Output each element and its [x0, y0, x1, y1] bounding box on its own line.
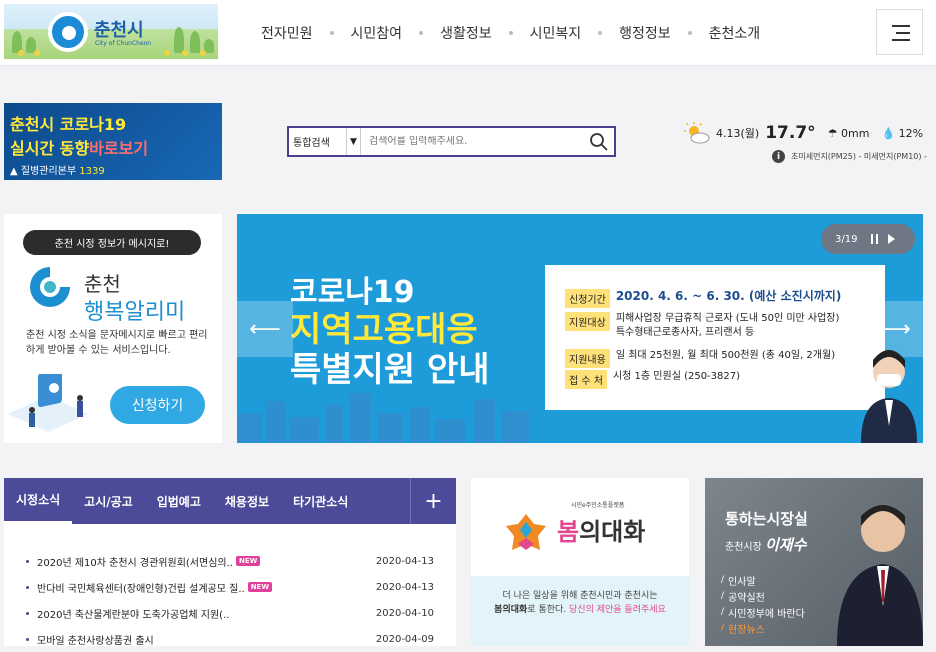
play-icon[interactable] — [888, 234, 896, 244]
new-badge: NEW — [247, 582, 273, 592]
weather-date: 4.13(월) — [716, 127, 760, 140]
spring-logo-icon — [506, 514, 546, 550]
tab-legislation[interactable]: 입법예고 — [145, 478, 213, 524]
spring-tagline: 시민e주민소통플랫폼 — [571, 502, 625, 509]
banner-info-box: 신청기간 2020. 4. 6. ~ 6. 30. (예산 소진시까지) 지원대상… — [545, 265, 885, 410]
happy-alarm-card: 춘천 시정 정보가 메시지로! 춘천 행복알리미 춘천 시정 소식을 문자메시지… — [4, 214, 222, 443]
logo-name: 춘천시 — [94, 20, 144, 41]
tab-announcement[interactable]: 고시/공고 — [72, 478, 145, 524]
notice-tabs: 시정소식 고시/공고 입법예고 채용정보 타기관소식 + — [4, 478, 456, 524]
nav-item-participation[interactable]: 시민참여 — [340, 23, 414, 43]
alarm-title-service: 행복알리미 — [84, 300, 186, 325]
alarm-description: 춘천 시정 소식을 문자메시지로 빠르고 편리하게 받아볼 수 있는 서비스입니… — [26, 330, 208, 356]
droplet-icon: 💧 — [881, 126, 896, 140]
mayor-link-field-news[interactable]: 현장뉴스 — [721, 620, 805, 636]
weather-rain: ☂ 0mm — [827, 126, 870, 140]
search-bar: 통합검색 ▼ — [287, 126, 616, 157]
weather-humidity: 💧 12% — [881, 126, 924, 140]
global-nav: 전자민원 시민참여 생활정보 시민복지 행정정보 춘천소개 — [250, 0, 771, 66]
mayor-name: 춘천시장 이재수 — [725, 536, 807, 554]
info-row-content: 지원내용 일 최대 25천원, 월 최대 500천원 (총 40일, 2개월) — [565, 349, 835, 368]
hamburger-menu-icon[interactable] — [876, 9, 923, 55]
info-row-period: 신청기간 2020. 4. 6. ~ 6. 30. (예산 소진시까지) — [565, 289, 841, 308]
search-scope-select[interactable]: 통합검색 ▼ — [289, 128, 361, 155]
mayor-link-pledges[interactable]: 공약실천 — [721, 588, 805, 604]
alarm-title-city: 춘천 — [84, 272, 121, 296]
info-row-target: 지원대상 피해사업장 무급휴직 근로자 (도내 50인 미만 사업장) 특수형태근로… — [565, 312, 839, 340]
mayor-office-title: 통하는시장실 — [725, 510, 808, 528]
nav-item-e-civil[interactable]: 전자민원 — [250, 23, 324, 43]
chuncheon-mark-icon — [48, 12, 88, 52]
main-slide-banner[interactable]: 코로나19 지역고용대응 특별지원 안내 신청기간 2020. 4. 6. ~ 6… — [237, 214, 923, 443]
search-input[interactable] — [361, 136, 584, 147]
covid-banner-subtitle: 실시간 동향바로보기 — [10, 139, 149, 158]
nav-item-admin-info[interactable]: 행정정보 — [608, 23, 682, 43]
apply-button[interactable]: 신청하기 — [110, 386, 205, 424]
spring-text-1: 더 나은 일상을 위해 춘천시민과 춘천시는 — [502, 591, 658, 601]
spring-title: 봄의대화 — [557, 518, 646, 546]
mayor-link-greeting[interactable]: 인사말 — [721, 572, 805, 588]
info-icon[interactable]: i — [772, 150, 785, 163]
prev-arrow-icon[interactable]: ⟵ — [237, 301, 293, 357]
spring-dialogue-card[interactable]: 시민e주민소통플랫폼 봄의대화 더 나은 일상을 위해 춘천시민과 춘천시는 봄… — [471, 478, 689, 646]
top-header: 춘천시 City of ChunCheon 전자민원 시민참여 생활정보 시민복… — [0, 0, 936, 66]
banner-heading-3: 특별지원 안내 — [290, 350, 490, 390]
partly-cloudy-icon — [684, 122, 710, 144]
more-plus-icon[interactable]: + — [410, 478, 456, 524]
alarm-brand-icon — [30, 267, 70, 307]
weather-widget: 4.13(월) 17.7° ☂ 0mm 💧 12% i 초미세먼지(PM25) … — [680, 120, 930, 170]
mayor-office-card: 통하는시장실 춘천시장 이재수 인사말 공약실천 시민정부에 바란다 현장뉴스 — [705, 478, 923, 646]
mayor-photo — [837, 505, 923, 646]
mayor-link-petition[interactable]: 시민정부에 바란다 — [721, 604, 805, 620]
tab-other-agency[interactable]: 타기관소식 — [281, 478, 360, 524]
pause-icon[interactable] — [871, 234, 879, 244]
nav-item-about[interactable]: 춘천소개 — [698, 23, 772, 43]
logo-subtitle: City of ChunCheon — [95, 40, 152, 47]
alarm-pill: 춘천 시정 정보가 메시지로! — [23, 230, 201, 255]
slide-counter: 3/19 — [835, 233, 858, 245]
mayor-links: 인사말 공약실천 시민정부에 바란다 현장뉴스 — [721, 572, 805, 636]
weather-temperature: 17.7° — [765, 123, 816, 143]
search-icon[interactable] — [584, 128, 614, 155]
covid-status-banner[interactable]: 춘천시 코로나19 실시간 동향바로보기 ▲ 질병관리본부 1339 — [4, 103, 222, 180]
nav-item-life-info[interactable]: 생활정보 — [429, 23, 503, 43]
spring-text-2: 봄의대화로 통한다. 당신의 제안을 들려주세요 — [494, 605, 666, 615]
covid-banner-title: 춘천시 코로나19 — [10, 115, 127, 134]
city-logo[interactable]: 춘천시 City of ChunCheon — [4, 4, 218, 59]
list-item[interactable]: 모바일 춘천사랑상품권 출시 2020-04-09 — [4, 626, 456, 652]
umbrella-icon: ☂ — [827, 126, 838, 140]
phone-people-illustration — [8, 374, 88, 432]
masked-person-illustration — [861, 350, 917, 443]
list-item[interactable]: 2020년 축산물계란분야 도축가공업체 지원(.. 2020-04-10 — [4, 600, 456, 626]
slide-controls: 3/19 — [821, 224, 915, 254]
dust-info: i 초미세먼지(PM25) - 미세먼지(PM10) - — [772, 150, 927, 163]
list-item[interactable]: 2020년 제10차 춘천시 경관위원회(서면심의.. NEW 2020-04-13 — [4, 548, 456, 574]
nav-item-welfare[interactable]: 시민복지 — [519, 23, 593, 43]
list-item[interactable]: 반다비 국민체육센터(장애인형)건립 설계공모 질.. NEW 2020-04-13 — [4, 574, 456, 600]
covid-banner-hotline: ▲ 질병관리본부 1339 — [10, 166, 105, 177]
notice-list: 2020년 제10차 춘천시 경관위원회(서면심의.. NEW 2020-04-13… — [4, 548, 456, 652]
info-row-office: 접 수 처 시청 1층 민원실 (250-3827) — [565, 370, 740, 389]
tab-recruitment[interactable]: 채용정보 — [213, 478, 281, 524]
new-badge: NEW — [235, 556, 261, 566]
tab-city-news[interactable]: 시정소식 — [4, 478, 73, 524]
notice-board: 시정소식 고시/공고 입법예고 채용정보 타기관소식 + 2020년 제10차 … — [4, 478, 456, 647]
chevron-down-icon: ▼ — [346, 128, 360, 155]
